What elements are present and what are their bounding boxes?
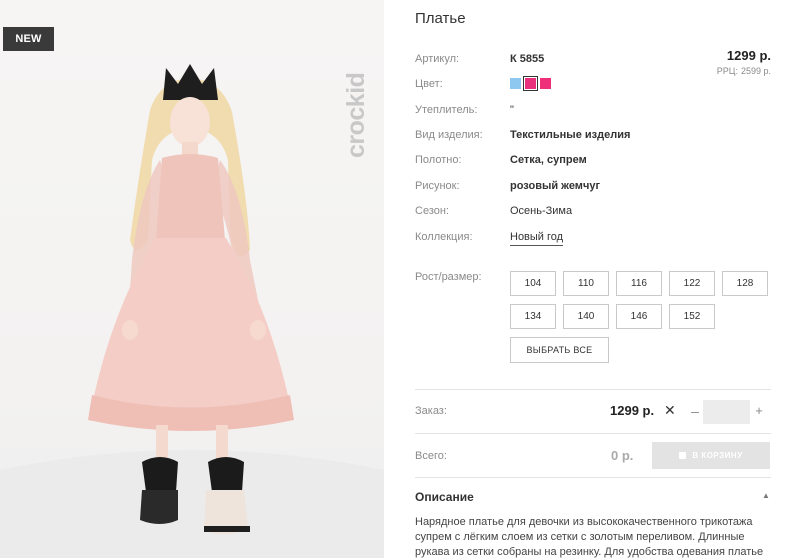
attr-value: розовый жемчуг: [510, 180, 601, 192]
attr-collection: Коллекция: Новый год: [415, 228, 775, 248]
attr-insulation: Утеплитель: ": [415, 101, 775, 121]
order-price: 1299 р.: [610, 403, 655, 418]
product-illustration: [0, 64, 384, 558]
divider: [415, 477, 771, 478]
total-label: Всего:: [415, 450, 447, 462]
attr-pattern: Рисунок: розовый жемчуг: [415, 177, 775, 197]
product-details: Платье 1299 р. РРЦ: 2599 р. Артикул: К 58…: [415, 0, 775, 558]
chevron-up-icon[interactable]: ▲: [762, 491, 770, 500]
attr-label: Сезон:: [415, 205, 449, 217]
size-button[interactable]: 116: [616, 271, 662, 296]
add-to-cart-label: В КОРЗИНУ: [692, 451, 743, 460]
attr-label: Утеплитель:: [415, 104, 478, 116]
add-to-cart-button[interactable]: В КОРЗИНУ: [652, 442, 770, 469]
divider: [415, 433, 771, 434]
description-text: Нарядное платье для девочки из высококач…: [415, 516, 764, 558]
size-button[interactable]: 152: [669, 304, 715, 329]
size-button[interactable]: 110: [563, 271, 609, 296]
sizes-label: Рост/размер:: [415, 271, 482, 283]
attr-value: К 5855: [510, 53, 545, 65]
color-swatch-pink-2[interactable]: [540, 78, 551, 89]
attr-label: Рисунок:: [415, 180, 460, 192]
attr-value: Осень-Зима: [510, 205, 573, 217]
attr-value: Текстильные изделия: [510, 129, 631, 141]
color-swatch-pink[interactable]: [523, 76, 538, 91]
order-label: Заказ:: [415, 405, 447, 417]
product-photo[interactable]: NEW crockid: [0, 0, 384, 558]
quantity-plus-button[interactable]: +: [752, 401, 766, 421]
total-value: 0 р.: [611, 448, 634, 463]
product-title: Платье: [415, 10, 466, 27]
collection-link[interactable]: Новый год: [510, 231, 564, 246]
size-button[interactable]: 140: [563, 304, 609, 329]
attr-value: ": [510, 104, 514, 116]
color-swatches: [510, 76, 554, 91]
attr-label: Полотно:: [415, 154, 462, 166]
size-button[interactable]: 122: [669, 271, 715, 296]
attr-label: Коллекция:: [415, 231, 473, 243]
size-button[interactable]: 104: [510, 271, 556, 296]
attr-season: Сезон: Осень-Зима: [415, 202, 775, 222]
quantity-minus-button[interactable]: –: [688, 401, 702, 421]
color-swatch-light-blue[interactable]: [510, 78, 521, 89]
size-button[interactable]: 128: [722, 271, 768, 296]
divider: [415, 389, 771, 390]
quantity-input[interactable]: [703, 400, 750, 424]
attr-article: Артикул: К 5855: [415, 50, 775, 70]
attr-label: Артикул:: [415, 53, 460, 65]
size-button[interactable]: 146: [616, 304, 662, 329]
attr-value: Сетка, супрем: [510, 154, 587, 166]
attr-color: Цвет:: [415, 75, 775, 95]
attr-label: Цвет:: [415, 78, 443, 90]
description-heading[interactable]: Описание: [415, 490, 474, 504]
attr-label: Вид изделия:: [415, 129, 483, 141]
new-badge: NEW: [3, 27, 54, 51]
times-icon: ✕: [664, 402, 676, 418]
size-button[interactable]: 134: [510, 304, 556, 329]
attr-product-type: Вид изделия: Текстильные изделия: [415, 126, 775, 146]
brand-logo: crockid: [342, 72, 370, 158]
select-all-button[interactable]: ВЫБРАТЬ ВСЕ: [510, 337, 609, 363]
attr-fabric: Полотно: Сетка, супрем: [415, 151, 775, 171]
bag-icon: [679, 452, 687, 459]
